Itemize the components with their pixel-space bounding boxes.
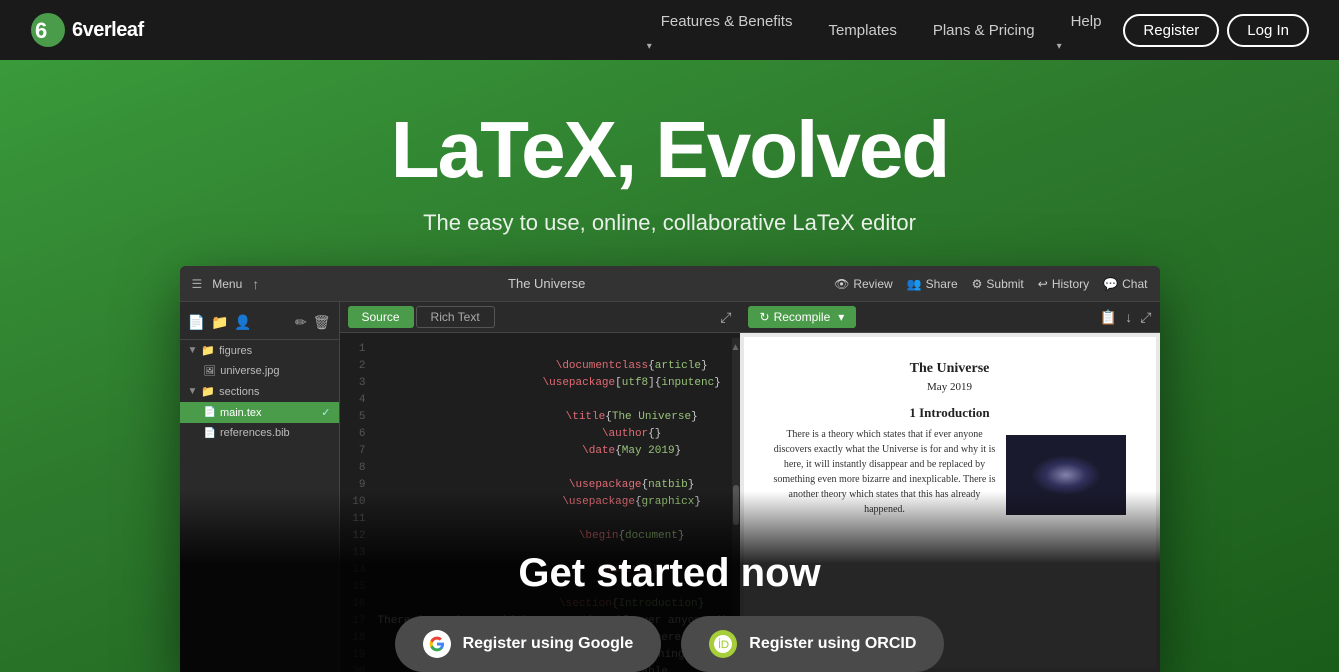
hero-subtitle: The easy to use, online, collaborative L… xyxy=(20,210,1319,236)
file-icon: 📄 xyxy=(204,407,216,418)
expand-preview-icon[interactable]: ⤢ xyxy=(1140,309,1151,326)
scroll-up-icon[interactable]: ▲ xyxy=(731,342,740,353)
login-button-nav[interactable]: Log In xyxy=(1227,14,1309,47)
refresh-icon: ↻ xyxy=(760,310,770,324)
upload-file-icon[interactable]: 👤 xyxy=(234,314,251,331)
recompile-button[interactable]: ↻ Recompile ▾ xyxy=(748,306,857,328)
chevron-down-icon: ▾ xyxy=(1057,41,1062,52)
preview-doc-title: The Universe xyxy=(774,361,1126,377)
cta-title: Get started now xyxy=(180,551,1160,596)
references-file[interactable]: 📄 references.bib xyxy=(180,423,339,443)
hero-section: LaTeX, Evolved The easy to use, online, … xyxy=(0,60,1339,672)
folder-icon: 📁 xyxy=(201,385,215,398)
nav-templates[interactable]: Templates xyxy=(814,16,910,45)
active-file-indicator: ✓ xyxy=(321,406,330,419)
document-title: The Universe xyxy=(508,276,585,291)
history-icon: ↩ xyxy=(1038,277,1048,291)
file-toolbar: 📄 📁 👤 ✏ 🗑 xyxy=(180,310,339,340)
edit-icon[interactable]: ✏ xyxy=(295,314,307,331)
register-google-button[interactable]: Register using Google xyxy=(395,616,662,672)
preview-doc-date: May 2019 xyxy=(774,381,1126,393)
submit-icon: ⚙ xyxy=(972,277,983,291)
nav-features[interactable]: Features & Benefits ▾ xyxy=(647,7,807,54)
register-orcid-button[interactable]: Register using ORCID xyxy=(681,616,944,672)
chevron-icon: ▼ xyxy=(188,345,198,356)
new-folder-icon[interactable]: 📁 xyxy=(211,314,228,331)
editor-tabs: Source Rich Text xyxy=(348,306,495,328)
nav-help[interactable]: Help ▾ xyxy=(1057,7,1116,54)
nav-links: Features & Benefits ▾ Templates Plans & … xyxy=(647,7,1309,54)
history-button[interactable]: ↩ History xyxy=(1038,277,1089,291)
preview-section-heading: 1 Introduction xyxy=(774,405,1126,421)
chevron-icon: ▼ xyxy=(188,386,198,397)
chat-button[interactable]: 💬 Chat xyxy=(1103,277,1147,291)
download-icon[interactable]: 📋 xyxy=(1100,309,1117,326)
cta-buttons: Register using Google Register using ORC… xyxy=(180,616,1160,672)
upload-icon: ↑ xyxy=(252,276,259,292)
save-icon[interactable]: ↓ xyxy=(1125,309,1132,326)
navbar: 6 6verleaf Features & Benefits ▾ Templat… xyxy=(0,0,1339,60)
delete-icon[interactable]: 🗑 xyxy=(313,314,331,331)
logo[interactable]: 6 6verleaf xyxy=(30,12,144,48)
code-toolbar: Source Rich Text ⤢ xyxy=(340,302,740,333)
main-tex-file[interactable]: 📄 main.tex ✓ xyxy=(180,402,339,423)
chevron-down-icon: ▾ xyxy=(647,41,652,52)
hero-title: LaTeX, Evolved xyxy=(20,110,1319,190)
share-button[interactable]: 👥 Share xyxy=(907,277,958,291)
submit-button[interactable]: ⚙ Submit xyxy=(972,277,1024,291)
new-file-icon[interactable]: 📄 xyxy=(188,314,205,331)
galaxy-visual xyxy=(1031,455,1101,495)
universe-file[interactable]: 🖼 universe.jpg xyxy=(180,361,339,381)
cta-overlay: Get started now Register using Google xyxy=(180,491,1160,672)
chat-icon: 💬 xyxy=(1103,277,1118,291)
file-icon: 📄 xyxy=(204,428,216,439)
expand-icon[interactable]: ⤢ xyxy=(720,309,731,326)
preview-toolbar: ↻ Recompile ▾ 📋 ↓ ⤢ xyxy=(740,302,1160,333)
orcid-icon xyxy=(709,630,737,658)
nav-pricing[interactable]: Plans & Pricing xyxy=(919,16,1049,45)
menu-button[interactable]: Menu xyxy=(212,277,242,291)
editor-menu-icon: ☰ xyxy=(192,277,203,291)
editor-mockup: ☰ Menu ↑ The Universe 👁 Review 👥 Share ⚙ xyxy=(180,266,1160,672)
review-icon: 👁 xyxy=(834,277,849,291)
dropdown-arrow[interactable]: ▾ xyxy=(838,310,844,324)
source-tab[interactable]: Source xyxy=(348,306,414,328)
sections-folder[interactable]: ▼ 📁 sections xyxy=(180,381,339,402)
folder-icon: 📁 xyxy=(201,344,215,357)
google-icon xyxy=(423,630,451,658)
editor-topbar: ☰ Menu ↑ The Universe 👁 Review 👥 Share ⚙ xyxy=(180,266,1160,302)
register-button-nav[interactable]: Register xyxy=(1123,14,1219,47)
svg-text:6: 6 xyxy=(35,18,47,43)
rich-text-tab[interactable]: Rich Text xyxy=(416,306,495,328)
share-icon: 👥 xyxy=(907,277,922,291)
figures-folder[interactable]: ▼ 📁 figures xyxy=(180,340,339,361)
file-icon: 🖼 xyxy=(204,366,217,377)
review-button[interactable]: 👁 Review xyxy=(834,277,893,291)
